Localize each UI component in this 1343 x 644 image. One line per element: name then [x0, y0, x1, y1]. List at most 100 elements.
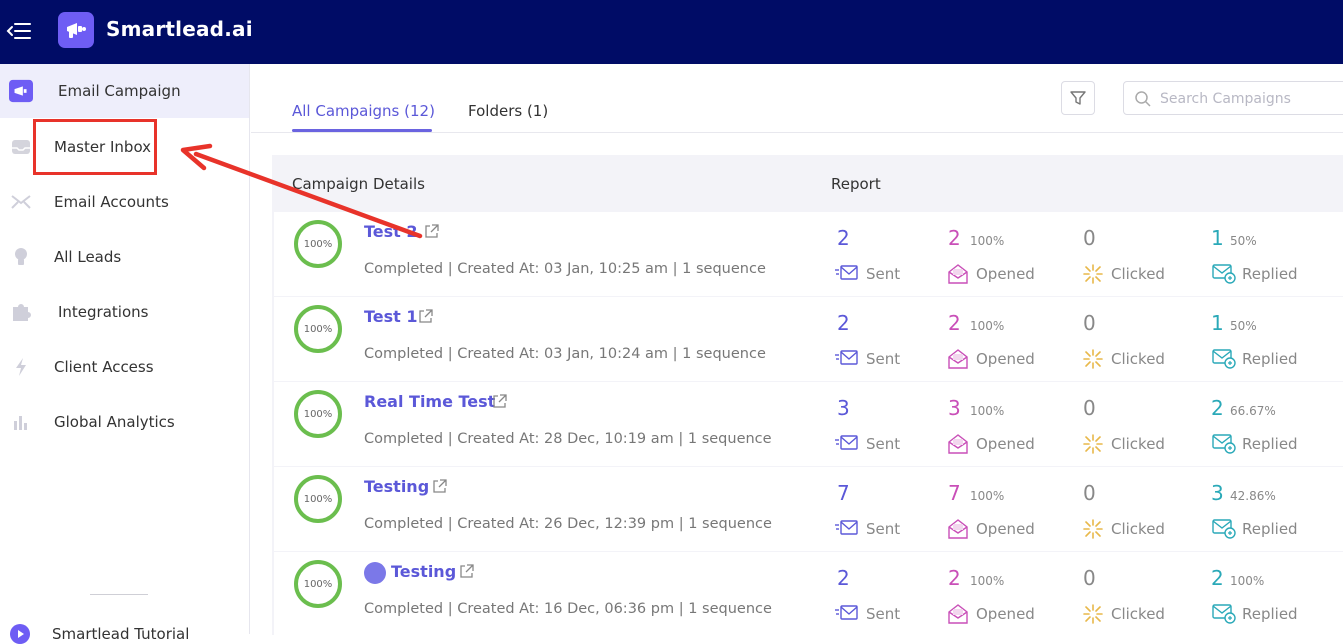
progress-label: 100%: [303, 323, 333, 335]
sidebar-item-global-analytics[interactable]: Global Analytics: [0, 395, 249, 449]
tab-folders[interactable]: Folders (1): [468, 102, 548, 120]
search-box[interactable]: [1123, 81, 1343, 115]
sidebar-item-email-accounts[interactable]: Email Accounts: [0, 175, 249, 229]
app-title[interactable]: Smartlead.ai: [106, 17, 253, 41]
sent-count: 3: [837, 396, 850, 420]
sidebar-item-label: Global Analytics: [54, 413, 175, 431]
sent-label: Sent: [866, 605, 901, 623]
campaign-row[interactable]: 100% Real Time Test Completed | Created At…: [274, 382, 1343, 466]
opened-count: 3: [948, 396, 961, 420]
campaign-row[interactable]: 100% Testing Completed | Created At: 16 De…: [274, 552, 1343, 636]
campaign-name-link[interactable]: Testing: [391, 562, 456, 581]
clicked-count: 0: [1083, 226, 1096, 250]
tutorial-label: Smartlead Tutorial: [52, 625, 190, 643]
campaign-name-link[interactable]: Testing: [364, 477, 429, 496]
sent-icon: [835, 604, 858, 624]
bar-chart-icon: [9, 410, 33, 434]
sidebar-item-all-leads[interactable]: All Leads: [0, 230, 249, 284]
play-icon: [10, 624, 30, 644]
collapse-menu-icon[interactable]: [6, 18, 32, 44]
clicked-label: Clicked: [1111, 350, 1165, 368]
logo-icon[interactable]: [58, 12, 94, 48]
opened-icon: [947, 349, 969, 369]
campaign-name-link[interactable]: Real Time Test: [364, 392, 495, 411]
external-link-icon[interactable]: [418, 309, 433, 324]
replied-percent: 42.86%: [1230, 489, 1276, 503]
sent-count: 2: [837, 566, 850, 590]
clicked-icon: [1082, 604, 1104, 624]
avatar: [364, 562, 386, 584]
table-header: Campaign Details Report: [272, 155, 1343, 212]
replied-icon: [1212, 349, 1236, 369]
opened-icon: [947, 264, 969, 284]
sent-icon: [835, 264, 858, 284]
replied-count: 2: [1211, 566, 1224, 590]
sidebar-item-email-campaign[interactable]: Email Campaign: [0, 64, 249, 118]
clicked-count: 0: [1083, 566, 1096, 590]
megaphone-icon: [9, 79, 33, 103]
replied-label: Replied: [1242, 435, 1298, 453]
campaign-row[interactable]: 100% Test 2 Completed | Created At: 03 Jan…: [274, 212, 1343, 296]
sidebar-item-tutorial[interactable]: Smartlead Tutorial: [0, 620, 249, 644]
sidebar-item-label: Email Accounts: [54, 193, 169, 211]
sidebar-item-label: Client Access: [54, 358, 154, 376]
opened-label: Opened: [976, 435, 1035, 453]
campaign-meta: Completed | Created At: 16 Dec, 06:36 pm…: [364, 601, 772, 617]
sidebar-divider: [90, 594, 148, 595]
tabs-divider: [251, 132, 1343, 133]
sent-label: Sent: [866, 265, 901, 283]
progress-ring: 100%: [294, 390, 342, 438]
opened-icon: [947, 519, 969, 539]
opened-count: 2: [948, 311, 961, 335]
header-report: Report: [831, 175, 881, 193]
sent-label: Sent: [866, 350, 901, 368]
opened-percent: 100%: [970, 404, 1005, 418]
tab-all-campaigns[interactable]: All Campaigns (12): [292, 102, 435, 120]
campaign-meta: Completed | Created At: 03 Jan, 10:24 am…: [364, 346, 766, 362]
progress-label: 100%: [303, 408, 333, 420]
replied-percent: 50%: [1230, 319, 1257, 333]
bolt-icon: [9, 355, 33, 379]
campaign-meta: Completed | Created At: 26 Dec, 12:39 pm…: [364, 516, 772, 532]
replied-count: 1: [1211, 311, 1224, 335]
replied-count: 3: [1211, 481, 1224, 505]
progress-ring: 100%: [294, 305, 342, 353]
replied-icon: [1212, 434, 1236, 454]
clicked-count: 0: [1083, 481, 1096, 505]
external-link-icon[interactable]: [459, 564, 474, 579]
sidebar-item-client-access[interactable]: Client Access: [0, 340, 249, 394]
sent-label: Sent: [866, 435, 901, 453]
campaign-name-link[interactable]: Test 1: [364, 307, 418, 326]
external-link-icon[interactable]: [424, 224, 439, 239]
main-content: All Campaigns (12) Folders (1) Campaign …: [251, 64, 1343, 636]
external-link-icon[interactable]: [432, 479, 447, 494]
sent-icon: [835, 434, 858, 454]
clicked-icon: [1082, 349, 1104, 369]
sent-count: 7: [837, 481, 850, 505]
replied-icon: [1212, 519, 1236, 539]
campaign-row[interactable]: 100% Testing Completed | Created At: 26 De…: [274, 467, 1343, 551]
filter-button[interactable]: [1061, 81, 1095, 115]
external-link-icon[interactable]: [492, 394, 507, 409]
replied-label: Replied: [1242, 350, 1298, 368]
replied-percent: 100%: [1230, 574, 1265, 588]
sidebar-item-integrations[interactable]: Integrations: [0, 285, 249, 339]
sent-count: 2: [837, 226, 850, 250]
campaigns-table: Campaign Details Report 100% Test 2 Comple…: [272, 155, 1343, 636]
clicked-icon: [1082, 434, 1104, 454]
opened-icon: [947, 604, 969, 624]
campaign-row[interactable]: 100% Test 1 Completed | Created At: 03 Jan…: [274, 297, 1343, 381]
opened-percent: 100%: [970, 234, 1005, 248]
replied-label: Replied: [1242, 265, 1298, 283]
clicked-label: Clicked: [1111, 605, 1165, 623]
search-input[interactable]: [1160, 88, 1340, 110]
clicked-label: Clicked: [1111, 265, 1165, 283]
opened-percent: 100%: [970, 489, 1005, 503]
sent-icon: [835, 519, 858, 539]
campaign-name-link[interactable]: Test 2: [364, 222, 418, 241]
inbox-icon: [9, 135, 33, 159]
lightbulb-icon: [9, 245, 33, 269]
opened-label: Opened: [976, 350, 1035, 368]
campaign-meta: Completed | Created At: 28 Dec, 10:19 am…: [364, 431, 772, 447]
progress-ring: 100%: [294, 220, 342, 268]
